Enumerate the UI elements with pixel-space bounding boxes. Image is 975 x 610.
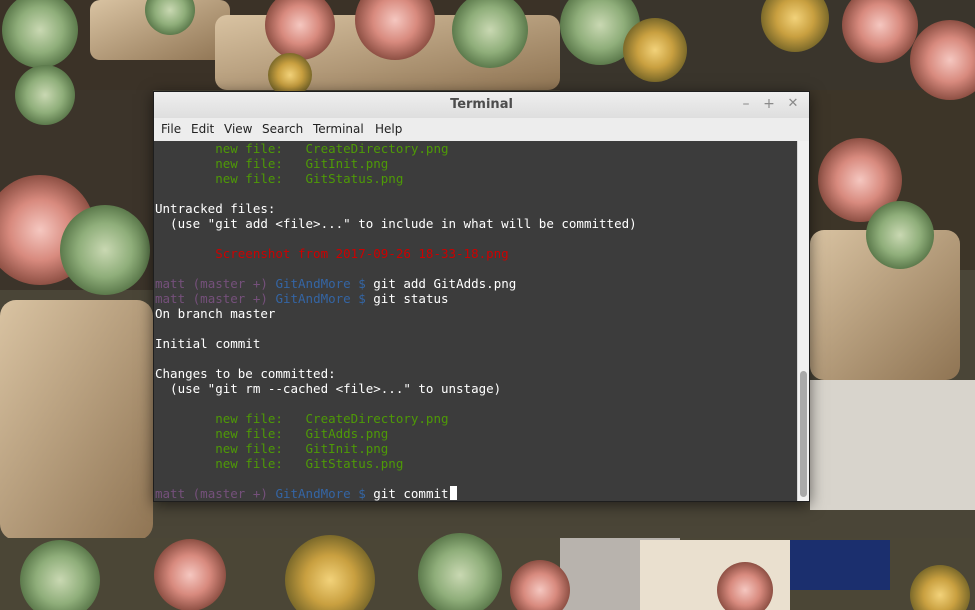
- menu-help[interactable]: Help: [375, 122, 402, 136]
- text-cursor: [449, 486, 457, 500]
- terminal-segment: (use "git rm --cached <file>..." to unst…: [155, 381, 502, 396]
- terminal-segment: new file: GitStatus.png: [155, 171, 404, 186]
- terminal-line: Changes to be committed:: [155, 366, 637, 381]
- terminal-output[interactable]: new file: CreateDirectory.png new file: …: [154, 141, 797, 501]
- terminal-line: new file: GitStatus.png: [155, 171, 637, 186]
- terminal-window[interactable]: Terminal – + ✕ File Edit View Search Ter…: [153, 91, 810, 502]
- terminal-line: On branch master: [155, 306, 637, 321]
- terminal-segment: matt: [155, 291, 193, 306]
- minimize-icon[interactable]: –: [739, 96, 753, 112]
- terminal-line: matt (master +) GitAndMore $ git add Git…: [155, 276, 637, 291]
- terminal-segment: Initial commit: [155, 336, 261, 351]
- terminal-segment: matt: [155, 486, 193, 501]
- terminal-line: new file: CreateDirectory.png: [155, 141, 637, 156]
- terminal-line: Initial commit: [155, 336, 637, 351]
- menu-terminal[interactable]: Terminal: [313, 122, 364, 136]
- vertical-scrollbar[interactable]: [797, 141, 809, 501]
- terminal-segment: new file: CreateDirectory.png: [155, 141, 449, 156]
- terminal-segment: new file: GitInit.png: [155, 156, 389, 171]
- terminal-text: new file: CreateDirectory.png new file: …: [155, 141, 637, 501]
- terminal-segment: git status: [373, 291, 449, 306]
- terminal-segment: (use "git add <file>..." to include in w…: [155, 216, 637, 231]
- menu-file[interactable]: File: [161, 122, 181, 136]
- terminal-segment: new file: GitInit.png: [155, 441, 389, 456]
- maximize-icon[interactable]: +: [762, 96, 776, 112]
- terminal-line: new file: GitInit.png: [155, 156, 637, 171]
- terminal-line: new file: GitInit.png: [155, 441, 637, 456]
- terminal-segment: git add GitAdds.png: [373, 276, 517, 291]
- terminal-segment: GitAndMore $: [275, 486, 374, 501]
- terminal-segment: new file: GitAdds.png: [155, 426, 389, 441]
- terminal-segment: matt: [155, 276, 193, 291]
- terminal-segment: GitAndMore $: [275, 276, 374, 291]
- menu-edit[interactable]: Edit: [191, 122, 214, 136]
- terminal-segment: Screenshot from 2017-09-26 18-33-18.png: [155, 246, 509, 261]
- terminal-line: matt (master +) GitAndMore $ git status: [155, 291, 637, 306]
- terminal-segment: git commit: [373, 486, 449, 501]
- terminal-segment: (master +): [192, 291, 276, 306]
- terminal-line: (use "git add <file>..." to include in w…: [155, 216, 637, 231]
- terminal-line: Screenshot from 2017-09-26 18-33-18.png: [155, 246, 637, 261]
- terminal-line: (use "git rm --cached <file>..." to unst…: [155, 381, 637, 396]
- menu-view[interactable]: View: [224, 122, 252, 136]
- menu-search[interactable]: Search: [262, 122, 303, 136]
- terminal-segment: (master +): [192, 276, 276, 291]
- window-title: Terminal: [450, 97, 513, 112]
- terminal-segment: GitAndMore $: [275, 291, 374, 306]
- terminal-segment: On branch master: [155, 306, 276, 321]
- scrollbar-thumb[interactable]: [800, 371, 807, 497]
- title-bar[interactable]: Terminal – + ✕: [154, 92, 809, 119]
- terminal-line: Untracked files:: [155, 201, 637, 216]
- terminal-segment: new file: CreateDirectory.png: [155, 411, 449, 426]
- terminal-segment: Untracked files:: [155, 201, 276, 216]
- menu-bar: File Edit View Search Terminal Help: [154, 118, 809, 141]
- terminal-line: new file: CreateDirectory.png: [155, 411, 637, 426]
- terminal-segment: (master +): [192, 486, 276, 501]
- terminal-segment: new file: GitStatus.png: [155, 456, 404, 471]
- terminal-segment: Changes to be committed:: [155, 366, 336, 381]
- terminal-line: matt (master +) GitAndMore $ git commit: [155, 486, 637, 501]
- terminal-line: new file: GitStatus.png: [155, 456, 637, 471]
- terminal-line: new file: GitAdds.png: [155, 426, 637, 441]
- close-icon[interactable]: ✕: [786, 96, 800, 112]
